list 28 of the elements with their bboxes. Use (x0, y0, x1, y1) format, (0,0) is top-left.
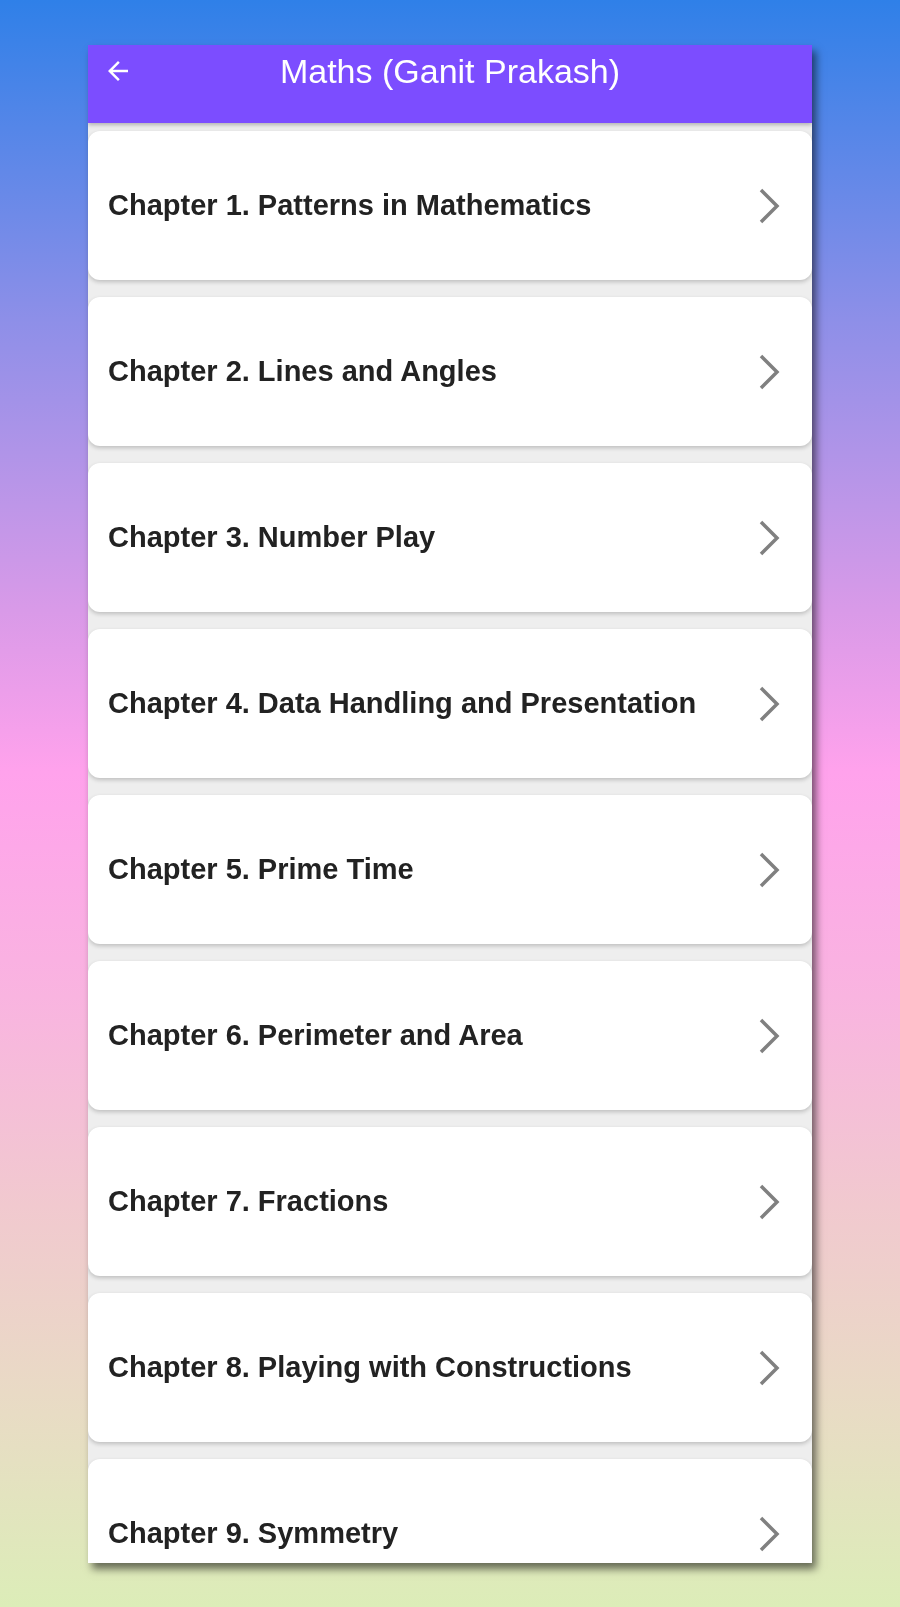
chapter-card[interactable]: Chapter 5. Prime Time (88, 795, 812, 944)
chapter-title: Chapter 8. Playing with Constructions (108, 1351, 632, 1384)
chapter-card[interactable]: Chapter 8. Playing with Constructions (88, 1293, 812, 1442)
chapter-card[interactable]: Chapter 7. Fractions (88, 1127, 812, 1276)
screen-title: Maths (Ganit Prakash) (279, 52, 621, 91)
chevron-right-icon (758, 1016, 780, 1055)
chapter-card[interactable]: Chapter 6. Perimeter and Area (88, 961, 812, 1110)
chapter-card[interactable]: Chapter 3. Number Play (88, 463, 812, 612)
chapter-title: Chapter 9. Symmetry (108, 1517, 399, 1550)
chevron-right-icon (758, 684, 780, 723)
chevron-right-icon (758, 1514, 780, 1553)
chapter-card[interactable]: Chapter 1. Patterns in Mathematics (88, 131, 812, 280)
chapter-title: Chapter 4. Data Handling and Presentation (108, 687, 697, 720)
chapter-title: Chapter 5. Prime Time (108, 853, 414, 886)
chapter-card[interactable]: Chapter 4. Data Handling and Presentation (88, 629, 812, 778)
chevron-right-icon (758, 352, 780, 391)
chapter-title: Chapter 6. Perimeter and Area (108, 1019, 523, 1052)
chevron-right-icon (758, 1182, 780, 1221)
chapter-title: Chapter 2. Lines and Angles (108, 355, 497, 388)
chevron-right-icon (758, 518, 780, 557)
chapter-title: Chapter 1. Patterns in Mathematics (108, 189, 592, 222)
chevron-right-icon (758, 186, 780, 225)
chevron-right-icon (758, 850, 780, 889)
chapter-card[interactable]: Chapter 9. Symmetry (88, 1459, 812, 1563)
chapter-card[interactable]: Chapter 2. Lines and Angles (88, 297, 812, 446)
chapter-title: Chapter 7. Fractions (108, 1185, 389, 1218)
chapter-title: Chapter 3. Number Play (108, 521, 436, 554)
chevron-right-icon (758, 1348, 780, 1387)
